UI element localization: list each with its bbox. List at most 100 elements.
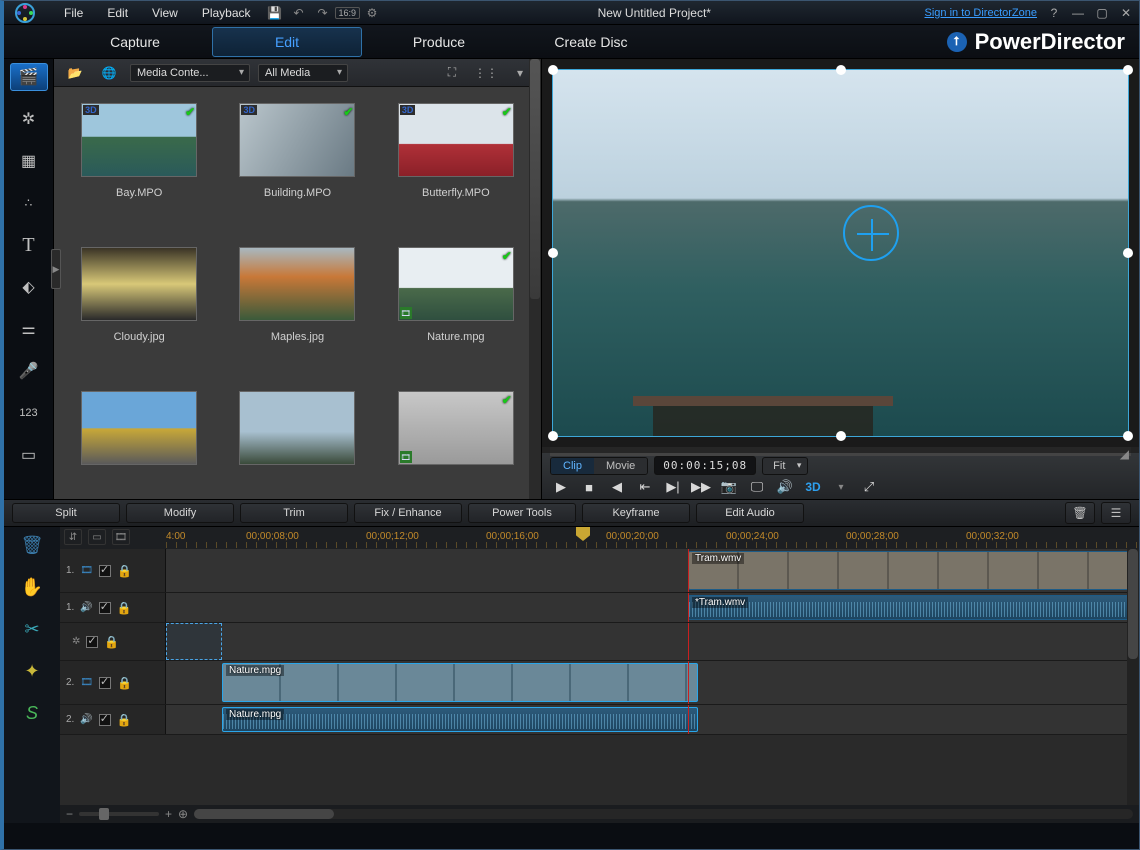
zoom-slider[interactable] — [79, 812, 159, 816]
modify-button[interactable]: Modify — [126, 503, 234, 523]
ruler-add-track-icon[interactable]: 🎞 — [112, 529, 130, 545]
cut-tool-icon[interactable]: ✂ — [18, 617, 46, 641]
track-enable-checkbox[interactable] — [86, 636, 98, 648]
media-thumb[interactable]: 3D✔Bay.MPO — [62, 103, 216, 243]
track-body-v2[interactable]: Nature.mpg — [166, 661, 1139, 704]
trashcan-tool-icon[interactable]: 🗑 — [18, 533, 46, 557]
crosshair-icon[interactable] — [843, 205, 899, 261]
clip-nature-video[interactable]: Nature.mpg — [222, 663, 698, 702]
menu-edit[interactable]: Edit — [95, 1, 140, 25]
resize-handle-bl[interactable] — [548, 431, 558, 441]
library-select[interactable]: Media Conte... — [130, 64, 250, 82]
play-icon[interactable]: ▶ — [550, 478, 572, 496]
minimize-icon[interactable]: — — [1071, 6, 1085, 20]
timeline-hscroll[interactable] — [194, 809, 1133, 819]
undo-icon[interactable]: ↶ — [291, 5, 307, 21]
track-lock-icon[interactable]: 🔒 — [117, 713, 132, 727]
menu-file[interactable]: File — [52, 1, 95, 25]
track-head-a1[interactable]: 1.🔊 🔒 — [60, 593, 166, 622]
track-enable-checkbox[interactable] — [99, 602, 111, 614]
preview-scrubber[interactable]: ◢ — [550, 447, 1131, 453]
resize-handle-tm[interactable] — [836, 65, 846, 75]
delete-icon[interactable]: 🗑 — [1065, 502, 1095, 524]
track-lock-icon[interactable]: 🔒 — [117, 601, 132, 615]
resize-handle-tl[interactable] — [548, 65, 558, 75]
playhead-handle-icon[interactable] — [576, 527, 590, 541]
resize-handle-tr[interactable] — [1123, 65, 1133, 75]
fx-drop-zone[interactable] — [166, 623, 222, 660]
clip-nature-audio[interactable]: Nature.mpg — [222, 707, 698, 732]
fit-timeline-icon[interactable]: ⊕ — [178, 807, 188, 821]
track-head-a2[interactable]: 2.🔊 🔒 — [60, 705, 166, 734]
track-body-v1[interactable]: Tram.wmv — [166, 549, 1139, 592]
media-thumb[interactable]: 3D✔Butterfly.MPO — [379, 103, 533, 243]
menu-view[interactable]: View — [140, 1, 190, 25]
more-functions-icon[interactable]: ☰ — [1101, 502, 1131, 524]
preview-frame[interactable] — [552, 69, 1129, 437]
timecode-display[interactable]: 00:00:15;08 — [654, 456, 756, 475]
media-thumb[interactable]: 3D✔Building.MPO — [220, 103, 374, 243]
tab-edit[interactable]: Edit — [212, 27, 362, 57]
redo-icon[interactable]: ↷ — [315, 5, 331, 21]
media-search-icon[interactable]: ⛶ — [439, 62, 465, 84]
title-room-icon[interactable]: T — [10, 231, 48, 259]
preview-3d-icon[interactable]: 3D — [802, 478, 824, 496]
volume-icon[interactable]: 🔊 — [774, 478, 796, 496]
zoom-fit-select[interactable]: Fit — [762, 457, 808, 475]
close-icon[interactable]: ✕ — [1119, 6, 1133, 20]
media-thumb[interactable] — [62, 391, 216, 499]
help-icon[interactable]: ? — [1047, 6, 1061, 20]
save-icon[interactable]: 💾 — [267, 5, 283, 21]
media-filter-select[interactable]: All Media — [258, 64, 348, 82]
media-thumb[interactable]: ✔🎞Nature.mpg — [379, 247, 533, 387]
tab-capture[interactable]: Capture — [60, 28, 210, 56]
undock-preview-icon[interactable]: ⤢ — [858, 478, 880, 496]
prev-frame-icon[interactable]: ◀ — [606, 478, 628, 496]
trim-button[interactable]: Trim — [240, 503, 348, 523]
clip-tram-video[interactable]: Tram.wmv — [688, 551, 1139, 590]
seg-movie[interactable]: Movie — [594, 458, 647, 474]
resize-handle-br[interactable] — [1123, 431, 1133, 441]
clip-tram-audio[interactable]: *Tram.wmv — [688, 595, 1139, 620]
ruler-view-icon[interactable]: ▭ — [88, 529, 106, 545]
seg-clip[interactable]: Clip — [551, 458, 594, 474]
media-thumb[interactable]: Maples.jpg — [220, 247, 374, 387]
zoom-out-icon[interactable]: − — [66, 807, 73, 821]
resize-handle-mr[interactable] — [1123, 248, 1133, 258]
keyframe-button[interactable]: Keyframe — [582, 503, 690, 523]
directorzone-link[interactable]: Sign in to DirectorZone — [925, 7, 1038, 19]
track-lock-icon[interactable]: 🔒 — [104, 635, 119, 649]
mixing-room-icon[interactable]: ⚌ — [10, 315, 48, 343]
particle-room-icon[interactable]: ∴ — [10, 189, 48, 217]
chapter-room-icon[interactable]: 123 — [10, 399, 48, 427]
media-thumb[interactable]: ✔🎞 — [379, 391, 533, 499]
edit-audio-button[interactable]: Edit Audio — [696, 503, 804, 523]
resize-handle-ml[interactable] — [548, 248, 558, 258]
track-lock-icon[interactable]: 🔒 — [117, 564, 132, 578]
magic-tool-icon[interactable]: ✦ — [18, 659, 46, 683]
subtitle-room-icon[interactable]: ▭ — [10, 441, 48, 469]
tab-create-disc[interactable]: Create Disc — [516, 28, 666, 56]
media-scrollbar[interactable] — [529, 59, 541, 499]
upload-icon[interactable]: ⭡ — [947, 32, 967, 52]
menu-playback[interactable]: Playback — [190, 1, 263, 25]
resize-handle-bm[interactable] — [836, 431, 846, 441]
track-enable-checkbox[interactable] — [99, 714, 111, 726]
snapshot-icon[interactable]: 📷 — [718, 478, 740, 496]
download-media-icon[interactable]: 🌐 — [96, 62, 122, 84]
import-media-icon[interactable]: 📂 — [62, 62, 88, 84]
fix-enhance-button[interactable]: Fix / Enhance — [354, 503, 462, 523]
power-tools-button[interactable]: Power Tools — [468, 503, 576, 523]
track-body-fx[interactable] — [166, 623, 1139, 660]
aspect-ratio-toggle[interactable]: 16:9 — [335, 7, 361, 19]
media-thumb[interactable] — [220, 391, 374, 499]
preview-canvas[interactable] — [542, 59, 1139, 447]
timeline-vscroll[interactable] — [1127, 549, 1139, 805]
zoom-in-icon[interactable]: + — [165, 807, 172, 821]
stop-icon[interactable]: ■ — [578, 478, 600, 496]
track-head-v2[interactable]: 2.🎞 🔒 — [60, 661, 166, 704]
preview-mode-segment[interactable]: Clip Movie — [550, 457, 648, 475]
library-menu-icon[interactable]: ⋮⋮ — [473, 62, 499, 84]
track-enable-checkbox[interactable] — [99, 677, 111, 689]
tab-produce[interactable]: Produce — [364, 28, 514, 56]
